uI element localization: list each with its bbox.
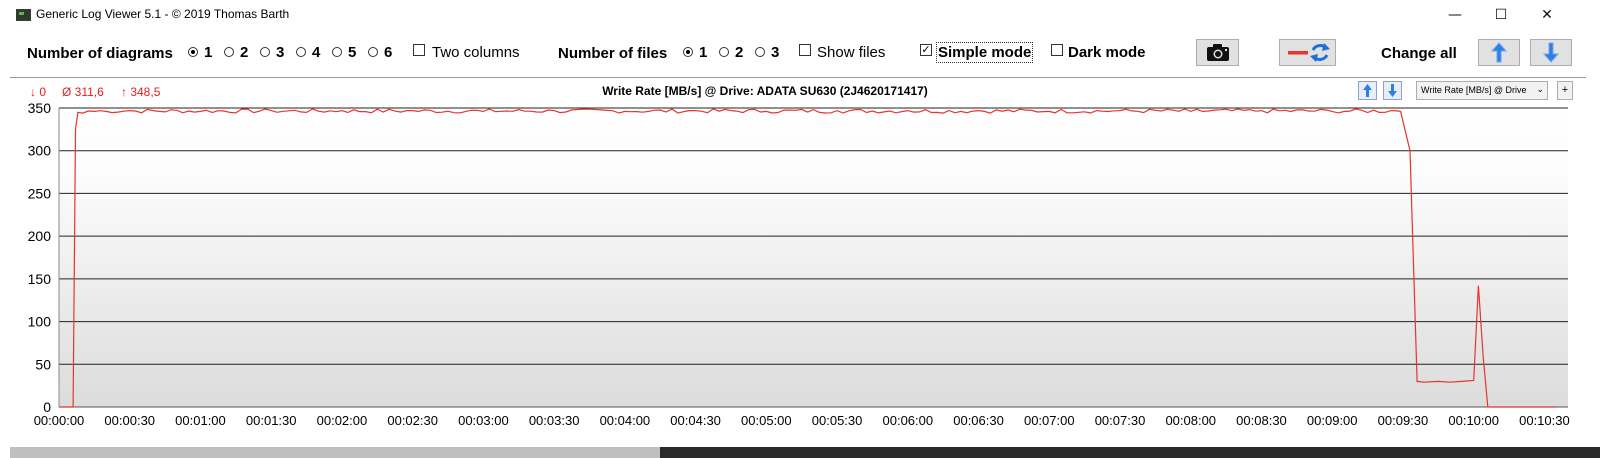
x-tick-label: 00:05:00: [741, 413, 792, 428]
y-tick-label: 150: [28, 271, 52, 287]
dark-mode-checkbox[interactable]: [1051, 44, 1063, 56]
move-up-all-button[interactable]: [1478, 39, 1520, 66]
diagram-down-button[interactable]: [1383, 81, 1402, 100]
chart-title: Write Rate [MB/s] @ Drive: ADATA SU630 (…: [602, 84, 928, 98]
x-tick-label: 00:02:30: [387, 413, 438, 428]
minimize-button[interactable]: —: [1432, 0, 1478, 30]
show-files-checkbox[interactable]: [799, 44, 811, 56]
plot-background: [59, 108, 1568, 407]
two-columns-label: Two columns: [432, 44, 520, 61]
series-select[interactable]: Write Rate [MB/s] @ Drive ⌄: [1416, 81, 1548, 100]
x-tick-label: 00:09:00: [1307, 413, 1358, 428]
maximize-button[interactable]: ☐: [1478, 0, 1524, 30]
diagrams-radio-6[interactable]: [368, 47, 378, 57]
two-columns-checkbox[interactable]: [413, 44, 425, 56]
line-color-toggle-button[interactable]: [1279, 39, 1336, 66]
x-tick-label: 00:10:00: [1448, 413, 1499, 428]
arrow-down-icon: [1542, 42, 1560, 63]
y-tick-label: 50: [35, 356, 51, 372]
x-tick-label: 00:09:30: [1378, 413, 1429, 428]
x-tick-label: 00:10:30: [1519, 413, 1570, 428]
toolbar-divider: [10, 77, 1586, 78]
x-tick-label: 00:01:00: [175, 413, 226, 428]
x-tick-label: 00:06:30: [953, 413, 1004, 428]
chart-area: 050100150200250300350 00:00:00 00:00:30 00…: [28, 100, 1570, 428]
files-radio-3[interactable]: [755, 47, 765, 57]
files-option-3: 3: [771, 44, 780, 61]
x-tick-label: 00:03:00: [458, 413, 509, 428]
y-tick-label: 250: [28, 185, 52, 201]
diagram-up-button[interactable]: [1358, 81, 1377, 100]
background-shadow: [660, 447, 1600, 458]
num-files-label: Number of files: [558, 45, 668, 62]
close-button[interactable]: ✕: [1524, 0, 1570, 30]
x-tick-label: 00:01:30: [246, 413, 297, 428]
x-tick-label: 00:04:30: [670, 413, 721, 428]
files-radio-1[interactable]: [683, 47, 693, 57]
x-tick-label: 00:02:00: [317, 413, 368, 428]
move-down-all-button[interactable]: [1530, 39, 1572, 66]
files-radio-2[interactable]: [719, 47, 729, 57]
diagrams-option-1: 1: [204, 44, 213, 61]
num-diagrams-label: Number of diagrams: [27, 45, 173, 62]
color-cycle-icon: [1288, 43, 1330, 62]
add-series-button[interactable]: +: [1557, 81, 1573, 100]
diagrams-option-6: 6: [384, 44, 393, 61]
simple-mode-checkbox[interactable]: ✓: [920, 44, 932, 56]
diagrams-option-3: 3: [276, 44, 285, 61]
series-select-value: Write Rate [MB/s] @ Drive: [1421, 85, 1527, 95]
x-tick-label: 00:05:30: [812, 413, 863, 428]
chevron-down-icon: ⌄: [1536, 85, 1544, 95]
files-option-2: 2: [735, 44, 744, 61]
diagrams-option-2: 2: [240, 44, 249, 61]
title-bar: Generic Log Viewer 5.1 - © 2019 Thomas B…: [0, 0, 1600, 30]
diagrams-option-4: 4: [312, 44, 321, 61]
x-tick-label: 00:03:30: [529, 413, 580, 428]
small-arrow-up-icon: [1363, 84, 1372, 97]
show-files-label: Show files: [817, 44, 886, 61]
diagrams-option-5: 5: [348, 44, 357, 61]
small-arrow-down-icon: [1388, 84, 1397, 97]
y-tick-label: 100: [28, 314, 52, 330]
x-tick-label: 00:00:30: [104, 413, 155, 428]
x-tick-label: 00:07:00: [1024, 413, 1075, 428]
diagrams-radio-3[interactable]: [260, 47, 270, 57]
toolbar: Number of diagrams 1 2 3 4 5 6 Two colum…: [0, 30, 1600, 77]
x-tick-label: 00:06:00: [883, 413, 934, 428]
x-tick-label: 00:08:30: [1236, 413, 1287, 428]
diagrams-radio-4[interactable]: [296, 47, 306, 57]
x-tick-label: 00:04:00: [600, 413, 651, 428]
window-title: Generic Log Viewer 5.1 - © 2019 Thomas B…: [36, 7, 290, 21]
y-tick-label: 350: [28, 100, 52, 116]
diagrams-radio-1[interactable]: [188, 47, 198, 57]
dark-mode-label: Dark mode: [1068, 44, 1146, 61]
y-tick-label: 200: [28, 228, 52, 244]
background-strip: [10, 447, 1600, 458]
camera-icon: [1207, 44, 1229, 61]
change-all-label: Change all: [1381, 45, 1457, 62]
app-icon: [16, 9, 31, 21]
x-tick-label: 00:08:00: [1165, 413, 1216, 428]
diagrams-radio-2[interactable]: [224, 47, 234, 57]
simple-mode-label: Simple mode: [935, 42, 1034, 63]
screenshot-button[interactable]: [1196, 39, 1239, 66]
x-tick-label: 00:07:30: [1095, 413, 1146, 428]
files-option-1: 1: [699, 44, 708, 61]
y-tick-label: 300: [28, 143, 52, 159]
arrow-up-icon: [1490, 42, 1508, 63]
diagrams-radio-5[interactable]: [332, 47, 342, 57]
x-tick-label: 00:00:00: [34, 413, 85, 428]
